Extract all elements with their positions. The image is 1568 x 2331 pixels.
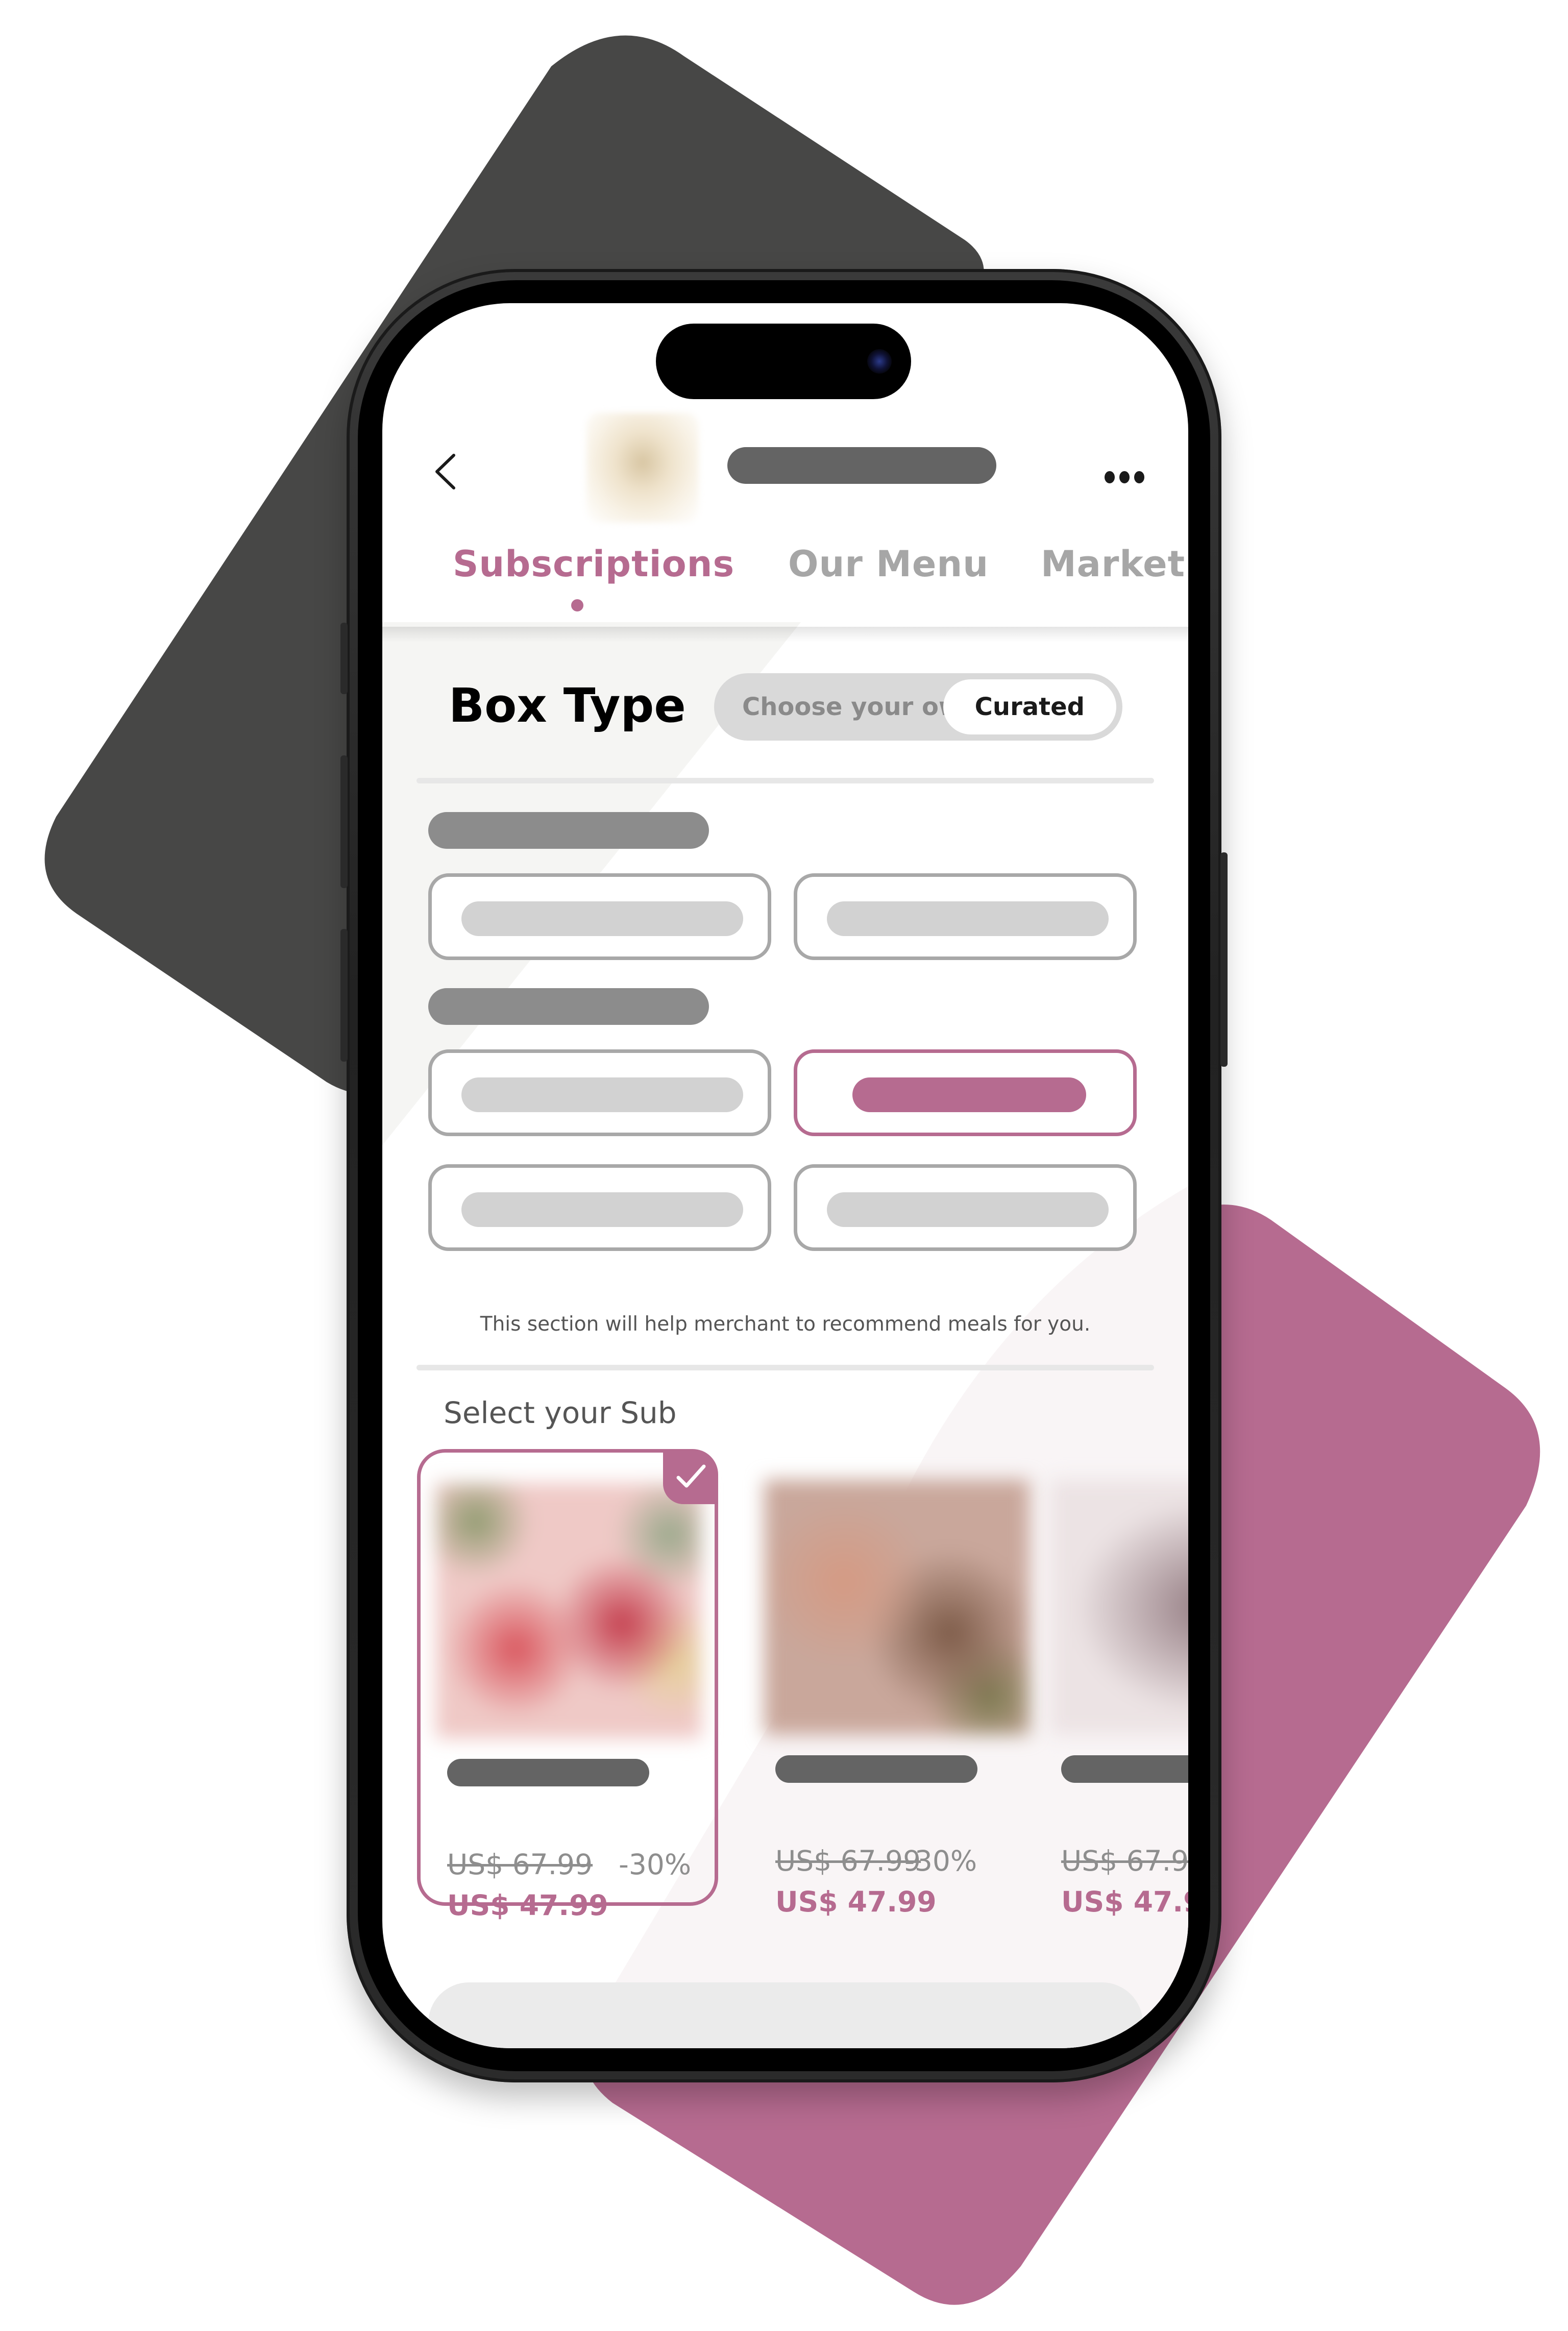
tab-our-menu[interactable]: Our Menu [788,543,989,585]
option-label-placeholder [827,901,1109,936]
checkmark-icon [676,1464,706,1488]
preferences-hint: This section will help merchant to recom… [480,1313,1091,1336]
active-tab-indicator [571,599,583,611]
dynamic-island [656,324,911,399]
box-type-segmented-control: Choose your own Curated [714,673,1122,741]
ellipsis-dot [1134,471,1144,483]
sale-price: US$ 47.99 [1061,1885,1188,1918]
preference-option[interactable] [794,873,1137,960]
subscription-card[interactable]: US$ 67.99 -30% US$ 47.99 [749,1449,1050,1918]
subscription-image [764,1480,1030,1735]
subscription-image [436,1483,701,1738]
discount-label: -30% [904,1845,977,1877]
preference-option[interactable] [428,873,771,960]
tab-bar: Subscriptions Our Menu Market [382,543,1188,604]
action-button [340,623,348,694]
header-divider [382,627,1188,642]
option-label-placeholder [827,1192,1109,1227]
sale-price: US$ 47.99 [447,1889,608,1922]
volume-down-button [340,929,348,1062]
subscription-card-selected[interactable]: US$ 67.99 -30% US$ 47.99 [417,1449,718,1922]
segment-curated[interactable]: Curated [943,679,1116,734]
ellipsis-icon [1105,471,1115,483]
box-type-title: Box Type [449,678,686,733]
merchant-name-placeholder [727,447,996,484]
tab-market[interactable]: Market [1041,543,1185,585]
ellipsis-dot [1119,471,1130,483]
original-price: US$ 67.99 [1061,1845,1188,1877]
preference-option-selected[interactable] [794,1049,1137,1136]
more-options-button[interactable] [1105,470,1150,485]
sale-price: US$ 47.99 [775,1885,937,1918]
back-button[interactable] [431,451,461,492]
original-price: US$ 67.99 [447,1848,593,1881]
section-divider [416,778,1154,783]
option-label-placeholder [461,1192,743,1227]
tab-subscriptions[interactable]: Subscriptions [453,543,734,585]
preference-group-label [428,988,709,1025]
chevron-left-icon [435,454,455,489]
subscription-name-placeholder [1061,1755,1188,1783]
preference-option[interactable] [428,1049,771,1136]
preference-option[interactable] [794,1164,1137,1251]
front-camera-icon [867,349,892,374]
subscription-image [1050,1480,1188,1735]
original-price: US$ 67.99 [775,1845,921,1877]
discount-label: -30% [619,1848,692,1881]
power-button [1220,852,1228,1067]
selected-check-badge [663,1449,718,1504]
option-label-placeholder [461,1077,743,1112]
app-screen: Subscriptions Our Menu Market Box Type C… [382,303,1188,2048]
volume-up-button [340,755,348,888]
select-sub-title: Select your Sub [444,1395,677,1430]
merchant-logo [586,413,699,523]
subscription-name-placeholder [447,1759,649,1786]
option-label-placeholder [461,901,743,936]
preference-group-label [428,812,709,849]
preference-option[interactable] [428,1164,771,1251]
subscription-card[interactable]: US$ 67.99 US$ 47.99 [1035,1449,1188,1918]
subscription-name-placeholder [775,1755,977,1783]
option-label-placeholder [852,1077,1086,1112]
section-divider [416,1365,1154,1370]
bottom-action-bar [428,1982,1143,2048]
